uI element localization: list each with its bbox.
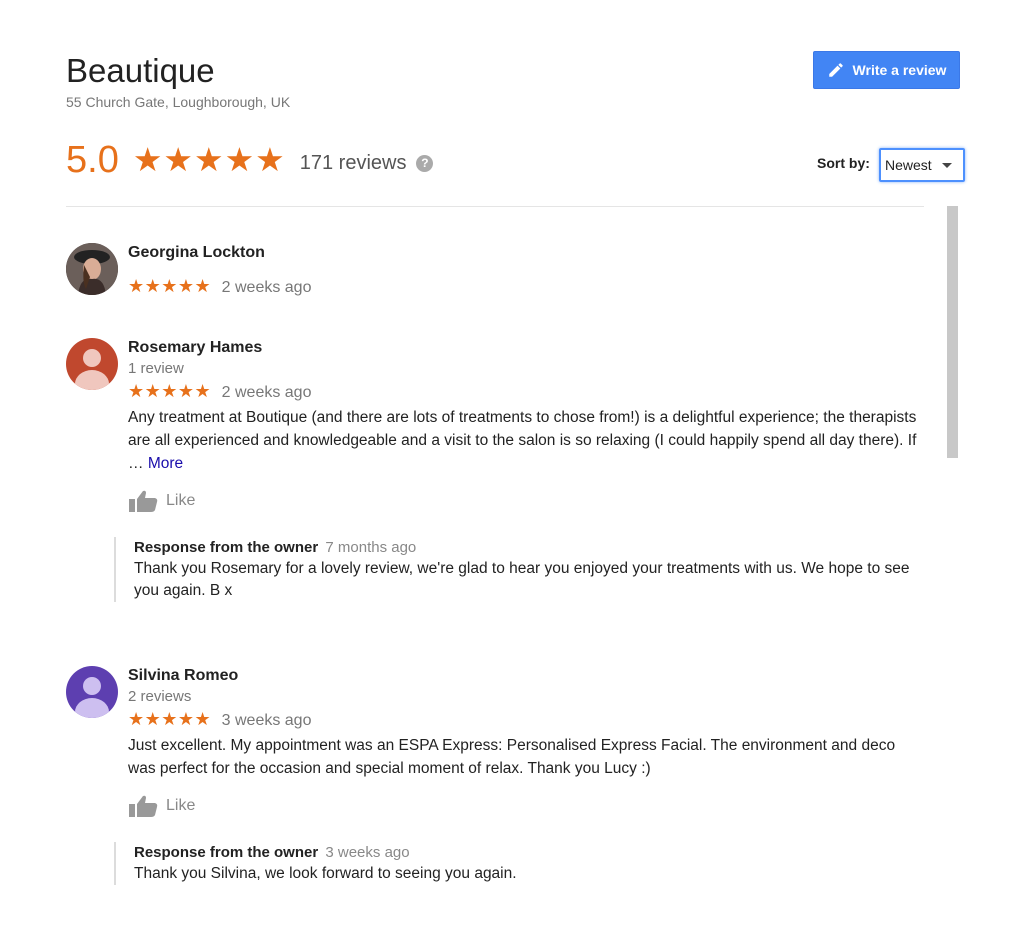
thumbs-up-icon — [129, 490, 158, 512]
review-text-body: Any treatment at Boutique (and there are… — [128, 409, 917, 472]
rating-stars: ★★★★★ — [132, 141, 286, 178]
divider — [66, 206, 924, 207]
owner-response-text: Thank you Silvina, we look forward to se… — [134, 865, 517, 882]
review-date: 3 weeks ago — [221, 712, 312, 729]
scrollbar-thumb[interactable] — [947, 206, 958, 458]
pencil-icon — [828, 63, 843, 77]
avatar[interactable] — [66, 243, 118, 295]
review-author[interactable]: Rosemary Hames — [128, 338, 918, 358]
like-button[interactable]: Like — [128, 794, 208, 818]
help-icon[interactable]: ? — [416, 154, 434, 172]
avatar-body — [75, 370, 109, 390]
review-date: 2 weeks ago — [221, 384, 312, 401]
business-name: Beautique — [66, 52, 215, 89]
rating-score: 5.0 — [66, 139, 119, 181]
review-stars: ★★★★★ — [128, 276, 212, 296]
like-label: Like — [166, 797, 196, 814]
write-review-button[interactable]: Write a review — [813, 51, 960, 89]
avatar[interactable] — [66, 666, 118, 718]
review-author-count: 2 reviews — [128, 688, 192, 705]
review-stars: ★★★★★ — [128, 709, 212, 729]
rating-summary: 5.0 ★★★★★ 171 reviews ? — [66, 138, 434, 182]
owner-response-text: Thank you Rosemary for a lovely review, … — [134, 560, 910, 599]
more-link[interactable]: More — [148, 455, 183, 472]
review-author[interactable]: Silvina Romeo — [128, 666, 918, 686]
owner-response-date: 3 weeks ago — [325, 844, 410, 861]
review-count-link[interactable]: 171 reviews — [300, 152, 407, 175]
review-text: Any treatment at Boutique (and there are… — [128, 406, 918, 475]
review-author-count: 1 review — [128, 360, 184, 377]
sort-dropdown[interactable]: Newest — [879, 148, 965, 182]
review-stars: ★★★★★ — [128, 381, 212, 401]
owner-response-date: 7 months ago — [325, 539, 417, 556]
like-label: Like — [166, 492, 196, 509]
avatar[interactable] — [66, 338, 118, 390]
avatar-head — [83, 677, 101, 695]
review-text: Just excellent. My appointment was an ES… — [128, 737, 896, 777]
review-author[interactable]: Georgina Lockton — [128, 243, 918, 263]
owner-response: Response from the owner 3 weeks ago Than… — [114, 842, 918, 885]
avatar-head — [83, 349, 101, 367]
sort-label: Sort by: — [817, 155, 870, 171]
write-review-label: Write a review — [852, 62, 947, 78]
owner-response: Response from the owner 7 months ago Tha… — [114, 537, 918, 602]
owner-response-label: Response from the owner — [134, 539, 319, 556]
avatar-body — [75, 698, 109, 718]
thumbs-up-icon — [129, 795, 158, 817]
sort-selected-value: Newest — [885, 157, 932, 173]
chevron-down-icon — [941, 162, 952, 168]
business-address: 55 Church Gate, Loughborough, UK — [66, 94, 291, 110]
owner-response-label: Response from the owner — [134, 844, 319, 861]
review-date: 2 weeks ago — [221, 279, 312, 296]
profile-photo-icon — [66, 243, 118, 295]
like-button[interactable]: Like — [128, 489, 208, 513]
